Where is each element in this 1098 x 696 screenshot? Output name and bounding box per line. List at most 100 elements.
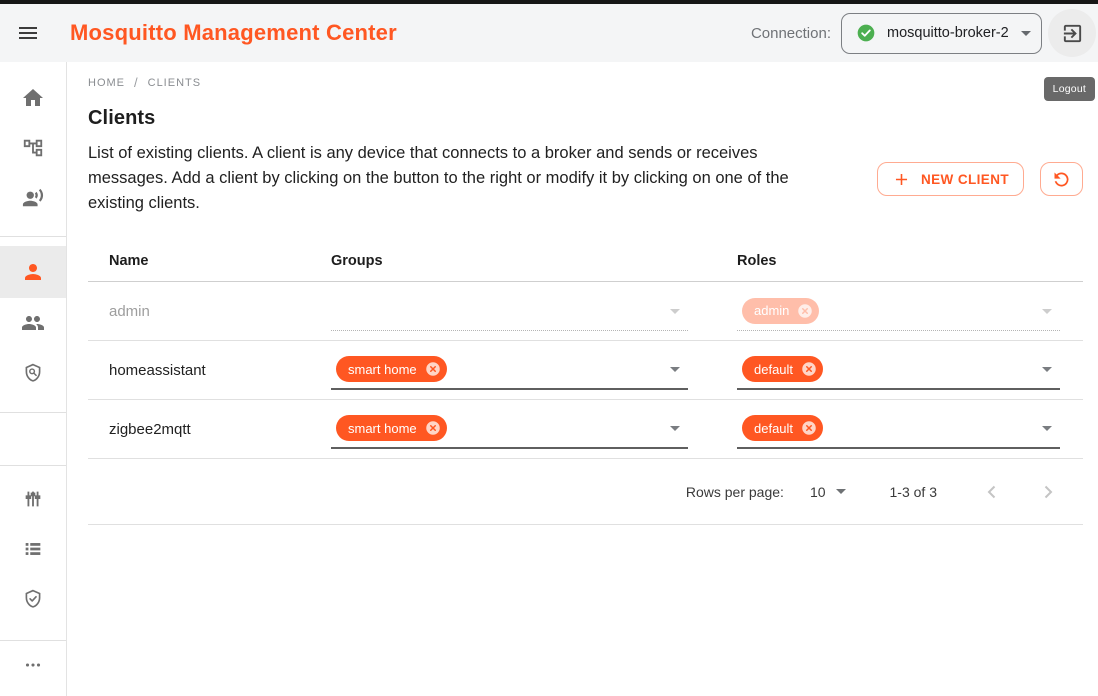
chevron-down-icon <box>836 489 846 494</box>
groups-select[interactable]: smart home <box>331 350 688 390</box>
table-row[interactable]: zigbee2mqtt smart home default <box>88 400 1083 459</box>
roles-select[interactable]: default <box>737 409 1060 449</box>
groups-select[interactable] <box>331 291 688 331</box>
more-icon <box>22 654 44 676</box>
roles-select[interactable]: default <box>737 350 1060 390</box>
column-header-name: Name <box>88 253 331 269</box>
topology-icon <box>22 137 44 159</box>
chevron-down-icon <box>670 367 680 372</box>
groups-cell: smart home <box>331 409 737 449</box>
rows-per-page-select[interactable]: 10 <box>810 484 846 500</box>
clients-icon <box>21 260 45 284</box>
breadcrumb-clients: CLIENTS <box>148 77 201 89</box>
logout-button[interactable] <box>1048 9 1096 57</box>
table-pagination: Rows per page: 10 1-3 of 3 <box>88 459 1083 525</box>
sidebar-item-client-connections[interactable] <box>0 173 66 223</box>
streams-icon <box>22 538 44 560</box>
sidebar-item-topology[interactable] <box>0 123 66 173</box>
column-header-roles: Roles <box>737 253 1083 269</box>
sidebar-divider <box>0 236 66 237</box>
security-icon <box>22 588 44 610</box>
refresh-icon <box>1051 169 1072 190</box>
sidebar-item-more[interactable] <box>0 641 66 689</box>
refresh-button[interactable] <box>1040 162 1083 196</box>
role-chip: admin <box>742 298 819 324</box>
breadcrumb-separator: / <box>134 75 139 90</box>
page-title: Clients <box>88 107 1083 130</box>
new-client-button[interactable]: NEW CLIENT <box>877 162 1024 196</box>
client-name: admin <box>88 303 331 320</box>
chip-delete-icon[interactable] <box>800 360 818 378</box>
table-header-row: Name Groups Roles <box>88 241 1083 282</box>
plus-icon <box>892 170 911 189</box>
chevron-left-icon <box>980 480 1004 504</box>
connection-value: mosquitto-broker-2 <box>887 25 1021 41</box>
roles-icon <box>22 362 44 384</box>
sidebar-item-clients[interactable] <box>0 246 66 298</box>
group-chip: smart home <box>336 356 447 382</box>
connection-label: Connection: <box>751 25 831 42</box>
next-page-button[interactable] <box>1035 479 1061 505</box>
roles-cell: admin <box>737 291 1083 331</box>
breadcrumb: HOME / CLIENTS <box>88 75 1083 90</box>
chip-label: smart home <box>348 421 417 436</box>
table-row[interactable]: homeassistant smart home default <box>88 341 1083 400</box>
main-content: HOME / CLIENTS Clients List of existing … <box>68 62 1098 696</box>
menu-button[interactable] <box>8 13 48 53</box>
sidebar-item-groups[interactable] <box>0 298 66 348</box>
breadcrumb-home[interactable]: HOME <box>88 77 125 89</box>
app-bar: Mosquitto Management Center Connection: … <box>0 4 1098 62</box>
window-top-strip <box>0 0 1098 4</box>
connection-select[interactable]: mosquitto-broker-2 <box>841 13 1042 54</box>
chip-delete-icon[interactable] <box>424 360 442 378</box>
page-actions: NEW CLIENT <box>877 162 1083 196</box>
sidebar-item-streams[interactable] <box>0 524 66 574</box>
logout-icon <box>1061 22 1084 45</box>
roles-select[interactable]: admin <box>737 291 1060 331</box>
chip-label: admin <box>754 303 789 318</box>
rows-per-page-value: 10 <box>810 484 826 500</box>
chevron-down-icon <box>1042 367 1052 372</box>
plugins-icon <box>22 488 44 510</box>
chevron-down-icon <box>670 426 680 431</box>
chip-delete-icon[interactable] <box>800 419 818 437</box>
sidebar-spacer <box>0 413 66 465</box>
sidebar-divider <box>0 465 66 466</box>
home-icon <box>21 86 45 110</box>
clients-table: Name Groups Roles admin admin <box>88 241 1083 525</box>
chevron-down-icon <box>1021 31 1031 36</box>
logout-tooltip: Logout <box>1044 77 1095 101</box>
chip-delete-icon[interactable] <box>796 302 814 320</box>
client-name: zigbee2mqtt <box>88 421 331 438</box>
sidebar-item-security[interactable] <box>0 574 66 624</box>
chip-label: default <box>754 362 793 377</box>
chevron-down-icon <box>1042 309 1052 314</box>
groups-cell <box>331 291 737 331</box>
client-name: homeassistant <box>88 362 331 379</box>
groups-icon <box>21 311 45 335</box>
rows-per-page-label: Rows per page: <box>686 484 784 500</box>
group-chip: smart home <box>336 415 447 441</box>
chevron-down-icon <box>670 309 680 314</box>
sidebar-item-home[interactable] <box>0 73 66 123</box>
chip-label: default <box>754 421 793 436</box>
app-title: Mosquitto Management Center <box>70 20 397 46</box>
chevron-down-icon <box>1042 426 1052 431</box>
new-client-button-label: NEW CLIENT <box>921 172 1009 187</box>
sidebar-item-roles[interactable] <box>0 348 66 398</box>
groups-cell: smart home <box>331 350 737 390</box>
sidebar <box>0 62 67 696</box>
client-connections-icon <box>22 187 44 209</box>
pagination-range: 1-3 of 3 <box>890 484 937 500</box>
sidebar-item-plugins[interactable] <box>0 474 66 524</box>
groups-select[interactable]: smart home <box>331 409 688 449</box>
chip-delete-icon[interactable] <box>424 419 442 437</box>
role-chip: default <box>742 415 823 441</box>
chip-label: smart home <box>348 362 417 377</box>
table-row[interactable]: admin admin <box>88 282 1083 341</box>
page-description: List of existing clients. A client is an… <box>88 141 840 216</box>
previous-page-button[interactable] <box>979 479 1005 505</box>
role-chip: default <box>742 356 823 382</box>
appbar-right: Connection: mosquitto-broker-2 <box>751 9 1098 57</box>
connected-check-icon <box>856 23 876 43</box>
